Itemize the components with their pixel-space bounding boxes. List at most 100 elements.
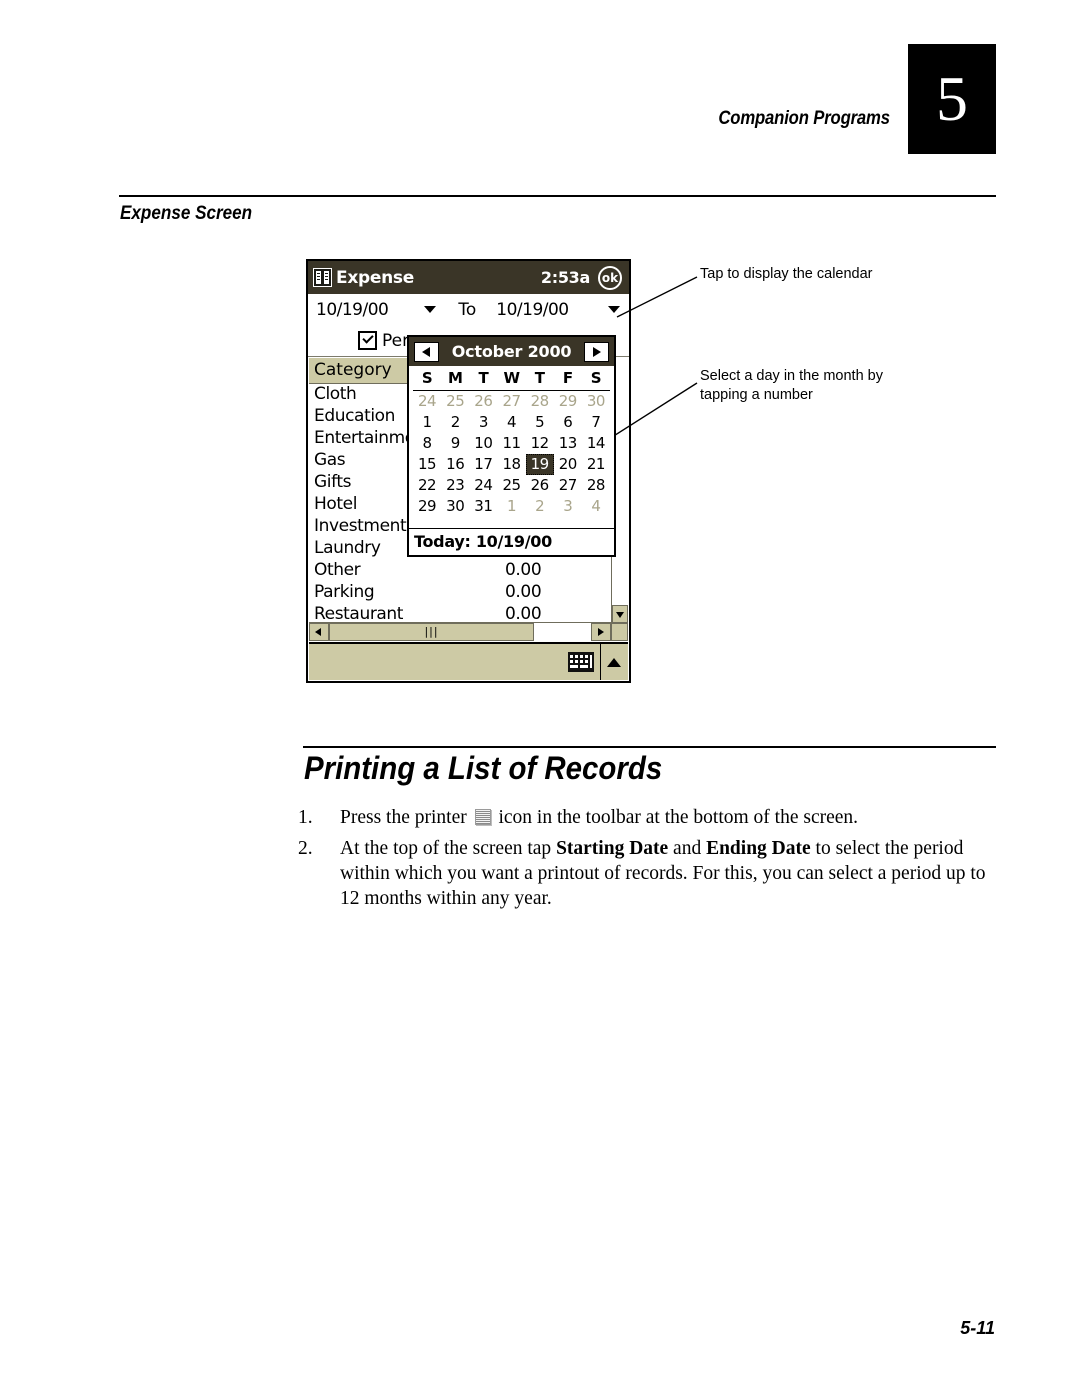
calendar-day[interactable]: 1 [413,412,441,433]
amount-cell: 0.00 [505,560,542,580]
steps-list: 1. Press the printer icon in the toolbar… [298,805,998,917]
calendar-day[interactable]: 2 [441,412,469,433]
calendar-day[interactable]: 2 [526,496,554,517]
calendar-day[interactable]: 29 [554,391,582,412]
calendar-week-row: 8 9 10 11 12 13 14 [413,433,610,454]
calendar-weeks: 24 25 26 27 28 29 30 1 2 3 4 5 6 7 8 9 10 11 12 13 14 15 16 17 1… [413,391,610,517]
calendar-day[interactable]: 20 [554,454,582,475]
calendar-day[interactable]: 26 [469,391,497,412]
calendar-day[interactable]: 28 [526,391,554,412]
chapter-number-tab: 5 [908,44,996,154]
calendar-day-name: F [562,369,573,387]
pda-title-bar: Expense 2:53a ok [308,261,629,294]
calendar-day[interactable]: 18 [497,454,525,475]
calendar-day[interactable]: 21 [582,454,610,475]
ledger-book-icon [313,268,332,287]
calendar-day[interactable]: 14 [582,433,610,454]
calendar-day-name: T [534,369,545,387]
pda-clock: 2:53a [540,268,590,287]
calendar-day[interactable]: 17 [469,454,497,475]
calendar-day[interactable]: 4 [582,496,610,517]
calendar-day[interactable]: 24 [469,475,497,496]
calendar-day[interactable]: 8 [413,433,441,454]
category-cell: Gas [314,450,346,470]
horizontal-scroll-track[interactable] [534,623,591,641]
calendar-day-selected[interactable]: 19 [525,454,554,475]
page-title: Printing a List of Records [304,750,663,786]
calendar-day[interactable]: 25 [497,475,525,496]
category-cell: Hotel [314,494,358,514]
calendar-popup: October 2000 SMTWTFS 24 25 26 27 28 29 30 1 2 3 4 5… [407,335,616,557]
calendar-day[interactable]: 12 [526,433,554,454]
calendar-day[interactable]: 30 [441,496,469,517]
step2-part2: and [668,838,707,859]
date-range-row: 10/19/00 To 10/19/00 [308,294,629,325]
calendar-week-row: 29 30 31 1 2 3 4 [413,496,610,517]
table-row[interactable]: Parking 0.00 [309,582,612,604]
calendar-day[interactable]: 3 [554,496,582,517]
horizontal-scroll-thumb[interactable]: ||| [329,623,534,641]
calendar-day[interactable]: 11 [497,433,525,454]
scroll-down-button[interactable] [612,605,628,623]
ok-button[interactable]: ok [598,265,622,290]
sub-heading: Expense Screen [120,203,253,224]
calendar-today-label: Today: 10/19/00 [409,528,614,555]
calendar-day[interactable]: 13 [554,433,582,454]
scroll-right-button[interactable] [591,623,611,641]
category-cell: Parking [314,582,375,602]
calendar-day[interactable]: 30 [582,391,610,412]
end-date-value[interactable]: 10/19/00 [496,300,569,320]
calendar-day-names: SMTWTFS [413,368,610,391]
step-text-after-icon: icon in the toolbar at the bottom of the… [493,807,859,828]
calendar-day[interactable]: 4 [497,412,525,433]
calendar-day[interactable]: 6 [554,412,582,433]
calendar-day[interactable]: 24 [413,391,441,412]
period-checkbox[interactable] [358,331,377,350]
toolbar-divider [600,644,601,680]
triangle-left-icon[interactable] [414,341,439,362]
category-cell: Gifts [314,472,352,492]
calendar-day[interactable]: 25 [441,391,469,412]
calendar-day[interactable]: 31 [469,496,497,517]
scroll-left-button[interactable] [309,623,329,641]
calendar-day[interactable]: 1 [497,496,525,517]
step-text: At the top of the screen tap Starting Da… [340,836,998,911]
soft-keyboard-icon[interactable] [568,652,594,672]
calendar-day[interactable]: 29 [413,496,441,517]
start-date-dropdown-icon[interactable] [424,306,437,313]
calendar-day[interactable]: 9 [441,433,469,454]
horizontal-scrollbar[interactable]: ||| [309,622,628,641]
category-cell: Restaurant [314,604,404,623]
calendar-day[interactable]: 27 [497,391,525,412]
step2-bold-starting-date: Starting Date [556,838,669,859]
calendar-day[interactable]: 27 [554,475,582,496]
calendar-week-row: 15 16 17 18 19 20 21 [413,454,610,475]
step-number: 1. [298,807,313,828]
category-cell: Other [314,560,361,580]
calendar-day[interactable]: 7 [582,412,610,433]
calendar-day-name: T [478,369,489,387]
step-text-before-icon: Press the printer [340,807,472,828]
page-number: 5-11 [960,1318,995,1338]
calendar-day[interactable]: 22 [413,475,441,496]
calendar-day[interactable]: 28 [582,475,610,496]
chevron-up-icon[interactable] [607,657,621,667]
calendar-day[interactable]: 5 [526,412,554,433]
pda-screenshot: Expense 2:53a ok 10/19/00 To 10/19/00 Pe… [306,259,631,683]
calendar-day[interactable]: 23 [441,475,469,496]
calendar-day[interactable]: 26 [526,475,554,496]
table-row[interactable]: Restaurant 0.00 [309,604,612,623]
callout-select-day: Select a day in the month by tapping a n… [700,368,883,403]
scrollbar-corner [611,623,628,641]
category-cell: Entertainme [314,428,415,448]
calendar-month-title: October 2000 [451,342,572,361]
calendar-day[interactable]: 16 [441,454,469,475]
calendar-day[interactable]: 3 [469,412,497,433]
triangle-right-icon[interactable] [584,341,609,362]
calendar-day[interactable]: 10 [469,433,497,454]
end-date-dropdown-icon[interactable] [608,306,620,313]
calendar-day[interactable]: 15 [413,454,441,475]
table-row[interactable]: Other 0.00 [309,560,612,582]
start-date-value[interactable]: 10/19/00 [316,300,389,320]
category-column-header[interactable]: Category [309,358,409,384]
